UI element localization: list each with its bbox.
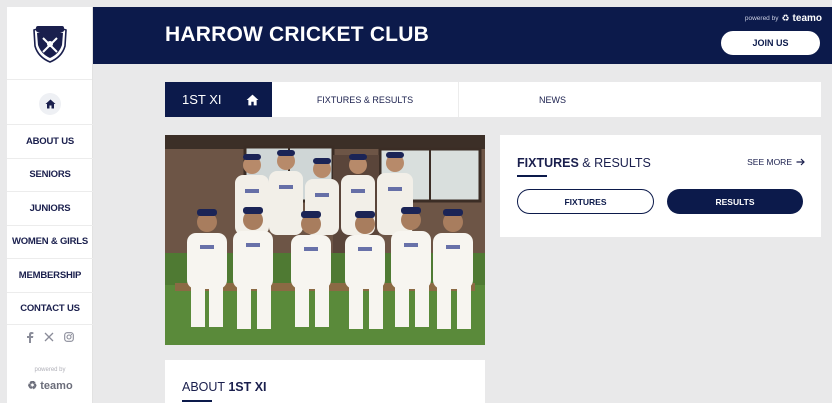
powered-by-teamo[interactable]: powered by ♻ teamo bbox=[745, 13, 822, 24]
page-title: HARROW CRICKET CLUB bbox=[165, 23, 429, 46]
sidebar-item-about-us[interactable]: ABOUT US bbox=[7, 124, 93, 158]
join-us-button[interactable]: JOIN US bbox=[721, 31, 820, 55]
home-icon bbox=[45, 99, 55, 109]
heading-underline bbox=[517, 175, 547, 177]
facebook-icon[interactable] bbox=[26, 332, 34, 343]
instagram-icon[interactable] bbox=[64, 332, 74, 342]
sidebar-nav: ABOUT US SENIORS JUNIORS WOMEN & GIRLS M… bbox=[7, 124, 93, 325]
sidebar-item-contact-us[interactable]: CONTACT US bbox=[7, 291, 93, 325]
teamo-icon: ♻ bbox=[27, 380, 38, 392]
sidebar-item-women-girls[interactable]: WOMEN & GIRLS bbox=[7, 224, 93, 259]
fixtures-results-heading: FIXTURES & RESULTS bbox=[517, 156, 651, 170]
see-more-link[interactable]: SEE MORE bbox=[747, 157, 805, 167]
sidebar-item-juniors[interactable]: JUNIORS bbox=[7, 191, 93, 225]
teamo-logo-small[interactable]: ♻ teamo bbox=[7, 379, 93, 392]
about-team-heading: ABOUT 1ST XI bbox=[182, 380, 267, 394]
sidebar-home-button[interactable] bbox=[39, 93, 61, 115]
fixtures-results-card: FIXTURES & RESULTS SEE MORE FIXTURES RES… bbox=[500, 135, 821, 237]
teamo-brand-text: teamo bbox=[40, 380, 73, 392]
team-photo bbox=[165, 135, 485, 345]
site-header: HARROW CRICKET CLUB powered by ♻ teamo J… bbox=[93, 7, 832, 64]
about-team-card: ABOUT 1ST XI bbox=[165, 360, 485, 403]
tab-fixtures-results[interactable]: FIXTURES & RESULTS bbox=[272, 82, 459, 117]
team-tabs: 1ST XI FIXTURES & RESULTS NEWS bbox=[165, 82, 821, 117]
powered-by-label: powered by bbox=[744, 15, 779, 22]
tab-1st-xi-label: 1ST XI bbox=[182, 92, 222, 107]
about-team-heading-prefix: ABOUT bbox=[182, 380, 229, 394]
club-logo-area[interactable] bbox=[7, 7, 92, 80]
heading-underline bbox=[182, 400, 212, 402]
fixtures-results-heading-rest: & RESULTS bbox=[578, 156, 651, 170]
see-more-label: SEE MORE bbox=[747, 157, 792, 167]
x-icon[interactable] bbox=[44, 332, 54, 342]
results-button[interactable]: RESULTS bbox=[667, 189, 803, 214]
powered-by-label: powered by bbox=[34, 367, 66, 373]
tab-news[interactable]: NEWS bbox=[459, 82, 646, 117]
about-team-heading-bold: 1ST XI bbox=[228, 380, 267, 394]
fixtures-button[interactable]: FIXTURES bbox=[517, 189, 654, 214]
sidebar-item-seniors[interactable]: SENIORS bbox=[7, 157, 93, 192]
sidebar-item-membership[interactable]: MEMBERSHIP bbox=[7, 258, 93, 292]
social-links bbox=[7, 332, 93, 343]
sidebar: ABOUT US SENIORS JUNIORS WOMEN & GIRLS M… bbox=[7, 7, 93, 403]
club-crest-logo[interactable] bbox=[30, 22, 70, 64]
tab-1st-xi[interactable]: 1ST XI bbox=[165, 82, 272, 117]
teamo-brand-text: teamo bbox=[792, 13, 822, 24]
arrow-right-icon bbox=[796, 158, 805, 166]
teamo-icon: ♻ bbox=[781, 13, 790, 23]
fixtures-results-heading-bold: FIXTURES bbox=[517, 156, 579, 170]
home-icon bbox=[246, 94, 258, 105]
